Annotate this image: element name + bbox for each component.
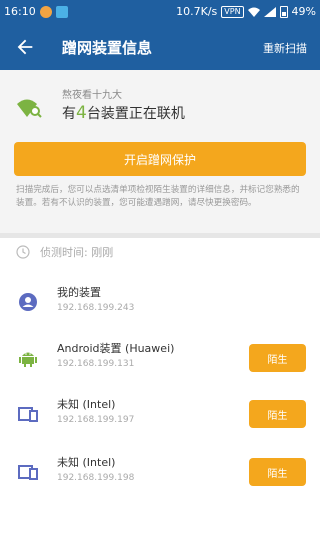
app-bar: 蹭网装置信息 重新扫描 [0,24,320,70]
device-name: Android装置 (Huawei) [57,342,175,355]
section-divider [0,233,320,238]
battery-icon [279,5,288,18]
device-item[interactable]: 未知 (Intel) 192.168.199.197 陌生 [0,392,320,442]
online-prefix: 有 [62,106,76,122]
wifi-search-icon [17,99,42,118]
device-ip: 192.168.199.198 [57,473,135,483]
network-summary: 熬夜看十九大 有4台装置正在联机 开启蹭网保护 扫描完成后，您可以点选清单项检视… [0,70,320,238]
online-devices-text: 有4台装置正在联机 [62,103,185,123]
android-icon [19,352,37,367]
status-time: 16:10 [4,5,36,18]
online-count: 4 [76,103,87,123]
device-item[interactable]: 未知 (Intel) 192.168.199.198 陌生 [0,450,320,500]
scan-description: 扫描完成后，您可以点选清单项检视陌生装置的详细信息，并标记您熟悉的装置。若有不认… [16,185,300,208]
devices-icon [18,407,38,422]
scan-time-value: 刚刚 [91,246,114,259]
device-ip: 192.168.199.131 [57,359,135,369]
network-name: 熬夜看十九大 [62,90,122,101]
scan-time-label: 侦测时间: [40,246,88,259]
device-item[interactable]: 我的装置 192.168.199.243 [0,280,320,330]
vpn-icon: VPN [221,5,244,18]
unknown-device-badge[interactable]: 陌生 [249,458,306,486]
user-icon [19,293,37,311]
battery-percent: 49% [291,5,316,18]
network-speed: 10.7K/s [176,5,218,18]
device-name: 未知 (Intel) [57,398,116,411]
notification-app-icon-2 [55,5,68,18]
clock-icon [16,245,30,259]
device-name: 我的装置 [57,286,101,299]
device-name: 未知 (Intel) [57,456,116,469]
status-bar: 16:10 10.7K/s VPN 49% [0,0,320,24]
enable-protection-button[interactable]: 开启蹭网保护 [14,142,306,176]
signal-icon [263,6,276,17]
devices-icon [18,465,38,480]
device-item[interactable]: Android装置 (Huawei) 192.168.199.131 陌生 [0,336,320,386]
notification-app-icon [39,5,52,18]
unknown-device-badge[interactable]: 陌生 [249,344,306,372]
wifi-status-icon [247,7,260,17]
online-suffix: 台装置正在联机 [86,106,185,122]
back-arrow-icon[interactable] [14,36,36,58]
unknown-device-badge[interactable]: 陌生 [249,400,306,428]
rescan-button[interactable]: 重新扫描 [263,40,307,56]
page-title: 蹭网装置信息 [62,39,153,57]
device-ip: 192.168.199.243 [57,303,135,313]
device-ip: 192.168.199.197 [57,415,135,425]
scan-time: 侦测时间: 刚刚 [16,244,113,260]
